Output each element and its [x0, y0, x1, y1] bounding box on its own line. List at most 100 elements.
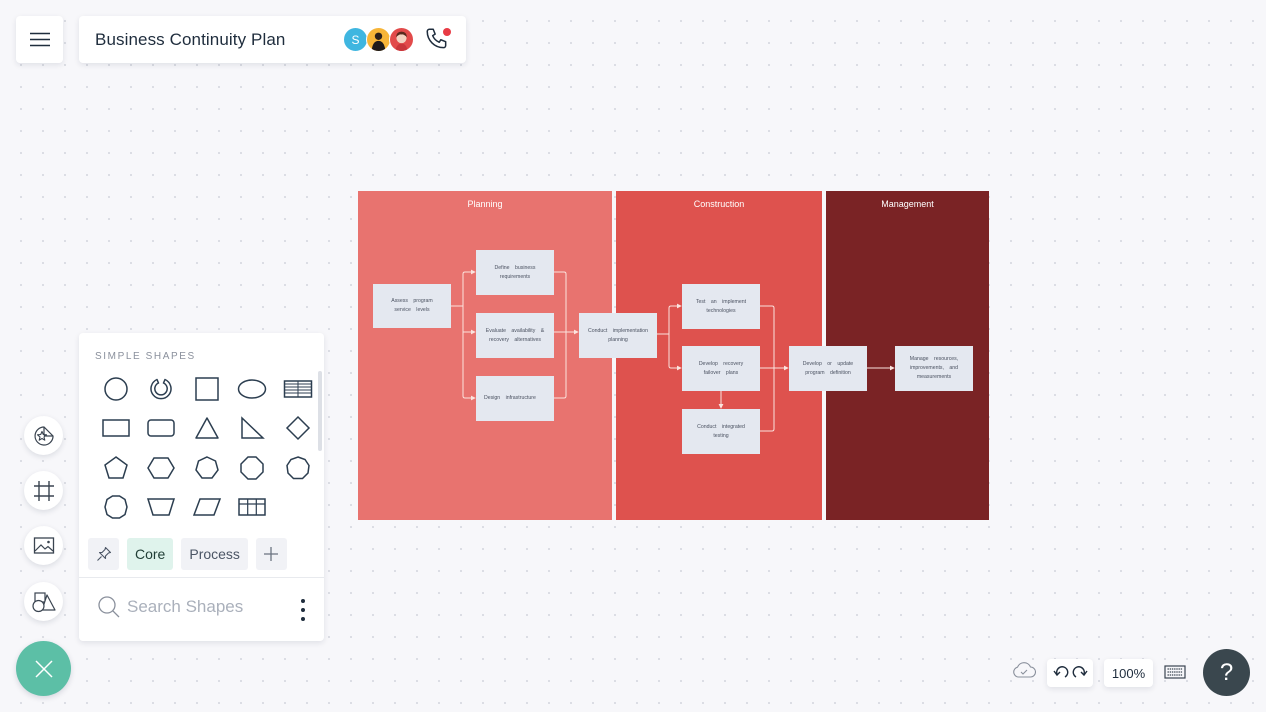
grid-icon [238, 498, 266, 516]
undo-redo-group [1047, 659, 1093, 687]
shape-heptagon[interactable] [184, 448, 230, 488]
node-define[interactable]: Define business requirements [476, 250, 554, 295]
image-button[interactable] [24, 526, 63, 565]
shape-grid [93, 369, 321, 527]
title-bar: Business Continuity Plan S [79, 16, 466, 63]
shape-trapezoid[interactable] [139, 488, 185, 528]
shape-panel: SIMPLE SHAPES Core Process Search Shapes [79, 333, 324, 641]
shape-grid[interactable] [230, 488, 276, 528]
collaborator-avatars: S [343, 27, 414, 52]
redo-icon [1072, 666, 1088, 678]
avatar[interactable] [366, 27, 391, 52]
tab-pinned[interactable] [88, 538, 119, 570]
shape-table[interactable] [275, 369, 321, 409]
triangle-icon [195, 417, 219, 439]
save-status[interactable] [1012, 661, 1036, 684]
search-icon [98, 596, 120, 618]
document-title[interactable]: Business Continuity Plan [95, 30, 345, 50]
hamburger-icon [29, 32, 50, 47]
person-icon [395, 31, 408, 51]
plus-icon [264, 547, 279, 561]
avatar[interactable] [389, 27, 414, 52]
node-design[interactable]: Design infrastructure [476, 376, 554, 421]
person-icon [371, 32, 386, 51]
parallelogram-icon [192, 498, 221, 516]
node-test[interactable]: Test an implement technologies [682, 284, 760, 329]
shape-pentagon[interactable] [93, 448, 139, 488]
image-icon [33, 536, 54, 554]
shape-right-triangle[interactable] [230, 409, 276, 449]
shape-ellipse[interactable] [230, 369, 276, 409]
node-conduct-testing[interactable]: Conduct integrated testing [682, 409, 760, 454]
shape-diamond[interactable] [275, 409, 321, 449]
undo-icon [1052, 666, 1068, 678]
shapes-button[interactable] [24, 582, 63, 621]
dot [301, 599, 305, 603]
close-icon [34, 659, 53, 678]
tab-process[interactable]: Process [181, 538, 248, 570]
arc-icon [150, 378, 172, 400]
node-develop-program[interactable]: Develop or update program definition [789, 346, 867, 391]
sticker-icon [33, 425, 54, 446]
keyboard-shortcuts-button[interactable] [1164, 665, 1186, 684]
square-icon [195, 377, 219, 401]
hexagon-icon [147, 457, 176, 479]
pin-icon [96, 546, 111, 561]
lane-title: Management [881, 199, 934, 209]
redo-button[interactable] [1072, 666, 1088, 680]
menu-button[interactable] [16, 16, 63, 63]
call-button[interactable] [424, 26, 452, 54]
ellipse-icon [238, 379, 267, 399]
right-triangle-icon [241, 416, 266, 439]
shape-octagon[interactable] [230, 448, 276, 488]
heptagon-icon [194, 455, 219, 479]
add-library-button[interactable] [255, 538, 287, 570]
help-button[interactable]: ? [1203, 649, 1250, 696]
shape-decagon[interactable] [93, 488, 139, 528]
node-develop-recovery[interactable]: Develop recovery failover plans [682, 346, 760, 391]
avatar[interactable]: S [343, 27, 368, 52]
undo-button[interactable] [1052, 666, 1069, 680]
swimlane-diagram[interactable]: Planning Construction Management Assess … [358, 191, 989, 520]
pentagon-icon [103, 455, 128, 479]
dot [301, 617, 305, 621]
sticker-button[interactable] [24, 416, 63, 455]
shape-triangle[interactable] [184, 409, 230, 449]
panel-scrollbar[interactable] [318, 371, 322, 451]
tab-core[interactable]: Core [127, 538, 174, 570]
node-conduct-planning[interactable]: Conduct implementation planning [579, 313, 657, 358]
octagon-icon [240, 456, 264, 480]
zoom-level[interactable]: 100% [1104, 659, 1153, 687]
keyboard-icon [1164, 665, 1186, 679]
cloud-saved-icon [1013, 662, 1036, 678]
close-toolbar-button[interactable] [16, 641, 71, 696]
circle-icon [104, 377, 128, 401]
search-shapes-input[interactable]: Search Shapes [97, 595, 243, 619]
shape-hexagon[interactable] [139, 448, 185, 488]
table-icon [283, 380, 312, 398]
shape-library-tabs: Core Process [88, 538, 287, 570]
shape-rounded-rectangle[interactable] [139, 409, 185, 449]
node-assess[interactable]: Assess program service levels [373, 284, 451, 328]
lane-title: Planning [467, 199, 503, 209]
call-indicator [443, 27, 451, 36]
decagon-icon [103, 495, 128, 519]
more-options-button[interactable] [298, 599, 308, 621]
frame-icon [33, 480, 54, 501]
node-manage[interactable]: Manage resources, improvements, and meas… [895, 346, 973, 391]
shapes-icon [31, 591, 56, 612]
lane-title: Construction [693, 199, 745, 209]
panel-heading: SIMPLE SHAPES [95, 351, 196, 362]
divider [79, 577, 324, 578]
rounded-rectangle-icon [147, 419, 175, 437]
search-placeholder: Search Shapes [127, 597, 244, 616]
shape-arc[interactable] [139, 369, 185, 409]
shape-rectangle[interactable] [93, 409, 139, 449]
shape-circle[interactable] [93, 369, 139, 409]
node-evaluate[interactable]: Evaluate availability & recovery alterna… [476, 313, 554, 358]
rectangle-icon [102, 419, 130, 437]
frame-button[interactable] [24, 471, 63, 510]
shape-nonagon[interactable] [275, 448, 321, 488]
shape-parallelogram[interactable] [184, 488, 230, 528]
shape-square[interactable] [184, 369, 230, 409]
